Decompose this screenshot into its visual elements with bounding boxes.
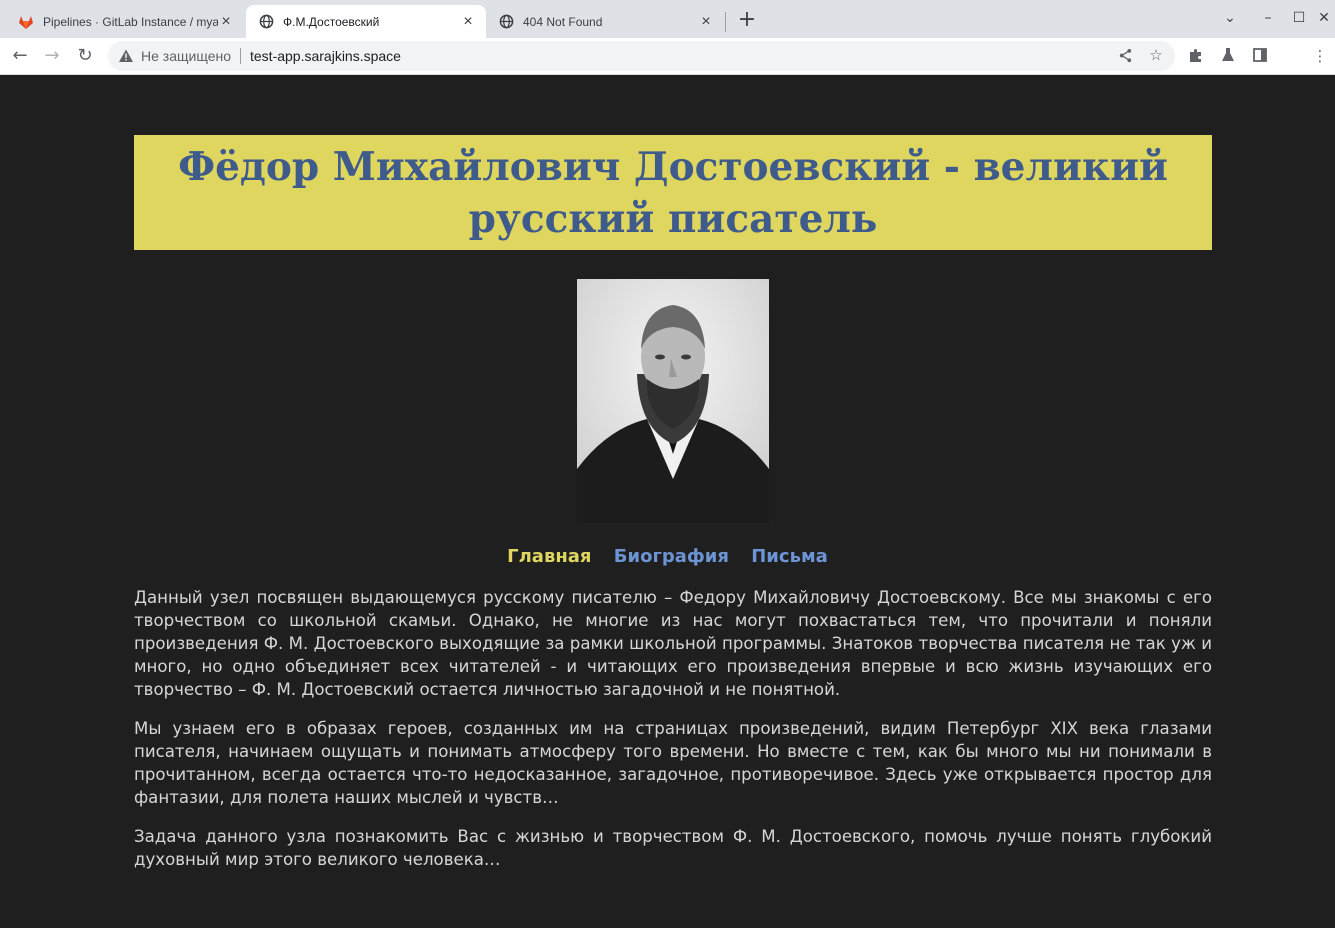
bookmark-star-icon[interactable]: ☆ — [1148, 48, 1164, 64]
nav-link-biography[interactable]: Биография — [614, 546, 729, 567]
tab-404[interactable]: 404 Not Found × — [486, 5, 724, 38]
side-panel-icon[interactable] — [1251, 47, 1269, 65]
labs-flask-icon[interactable] — [1219, 47, 1237, 65]
close-window-icon[interactable]: ✕ — [1314, 8, 1334, 28]
close-tab-icon[interactable]: × — [218, 13, 234, 30]
intro-paragraph-1: Данный узел посвящен выдающемуся русском… — [134, 588, 1212, 699]
forward-arrow-icon[interactable]: → — [40, 44, 64, 68]
minimize-window-icon[interactable]: – — [1258, 8, 1278, 28]
main-content: Данный узел посвящен выдающемуся русском… — [134, 586, 1212, 887]
extensions-puzzle-icon[interactable] — [1187, 47, 1205, 65]
reload-icon[interactable]: ↻ — [73, 44, 97, 68]
share-icon[interactable] — [1117, 48, 1133, 64]
web-page: Фёдор Михайлович Достоевский - великий р… — [0, 76, 1335, 928]
main-nav: Главная Биография Письма — [0, 546, 1335, 567]
warning-triangle-icon[interactable] — [118, 48, 134, 64]
tab-title: 404 Not Found — [523, 14, 603, 29]
intro-paragraph-3: Задача данного узла познакомить Вас с жи… — [134, 827, 1212, 869]
nav-link-letters[interactable]: Письма — [751, 546, 828, 567]
browser-menu-icon[interactable]: ⋮ — [1311, 47, 1329, 65]
maximize-window-icon[interactable]: ☐ — [1289, 8, 1309, 28]
url-text[interactable]: test-app.sarajkins.space — [250, 48, 401, 64]
new-tab-button[interactable]: + — [736, 9, 758, 31]
nav-link-home[interactable]: Главная — [507, 546, 591, 567]
tab-strip: Pipelines · GitLab Instance / myap × Ф.М… — [0, 0, 1335, 38]
page-title: Фёдор Михайлович Достоевский - великий р… — [178, 143, 1168, 242]
address-bar[interactable]: Не защищено test-app.sarajkins.space ☆ — [108, 41, 1175, 71]
tab-search-chevron-icon[interactable]: ⌄ — [1220, 8, 1240, 28]
tab-title: Ф.М.Достоевский — [283, 14, 380, 29]
tab-gitlab-pipelines[interactable]: Pipelines · GitLab Instance / myap × — [6, 5, 244, 38]
security-status-label[interactable]: Не защищено — [141, 48, 231, 64]
address-divider — [240, 48, 241, 64]
back-arrow-icon[interactable]: ← — [8, 44, 32, 68]
browser-toolbar: ← → ↻ Не защищено test-app.sarajkins.spa… — [0, 38, 1335, 106]
intro-paragraph-2: Мы узнаем его в образах героев, созданны… — [134, 719, 1212, 807]
title-banner: Фёдор Михайлович Достоевский - великий р… — [134, 135, 1212, 250]
portrait-image — [577, 279, 769, 523]
gitlab-icon — [18, 14, 34, 30]
tab-title: Pipelines · GitLab Instance / myap — [43, 14, 218, 29]
tab-divider — [725, 12, 726, 32]
globe-icon — [258, 14, 274, 30]
close-tab-icon[interactable]: × — [460, 13, 476, 30]
tab-dostoevsky[interactable]: Ф.М.Достоевский × — [246, 5, 486, 38]
close-tab-icon[interactable]: × — [698, 13, 714, 30]
globe-icon — [498, 14, 514, 30]
